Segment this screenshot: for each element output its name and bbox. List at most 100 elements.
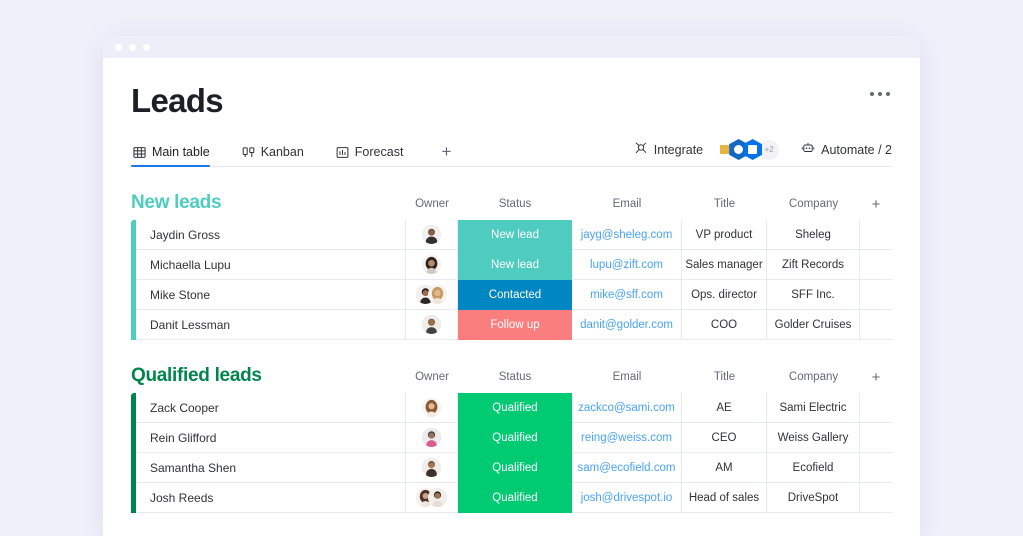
cell-owner[interactable] [406,249,458,280]
column-header-email[interactable]: Email [572,372,682,387]
integrate-label: Integrate [654,143,703,157]
cell-status[interactable]: Contacted [458,280,572,310]
cell-add-column[interactable] [860,452,892,483]
cell-email[interactable]: lupu@zift.com [572,249,682,280]
cell-company[interactable]: Zift Records [767,249,860,280]
tab-forecast[interactable]: Forecast [334,145,416,166]
cell-company[interactable]: Weiss Gallery [767,422,860,453]
tab-main-table[interactable]: Main table [131,145,222,166]
table-row[interactable]: Samantha Shen Qualified sam@ecofield.com… [131,453,892,483]
board-toolbar: Integrate +2 [634,139,892,166]
column-header-title[interactable]: Title [682,199,767,214]
avatar [422,458,441,477]
tab-label: Forecast [355,145,404,159]
cell-item-name[interactable]: Danit Lessman [136,309,406,340]
cell-item-name[interactable]: Mike Stone [136,279,406,310]
column-header-company[interactable]: Company [767,199,860,214]
column-header-owner[interactable]: Owner [406,199,458,214]
cell-company[interactable]: Sami Electric [767,393,860,423]
cell-item-name[interactable]: Rein Glifford [136,422,406,453]
automate-button[interactable]: Automate / 2 [801,141,892,158]
cell-status[interactable]: Qualified [458,483,572,513]
add-column-button[interactable]: + [860,197,892,213]
cell-company[interactable]: Sheleg [767,220,860,250]
board-options-button[interactable] [868,84,892,104]
group-title[interactable]: Qualified leads [131,366,262,386]
integration-badge-3[interactable] [743,139,762,160]
cell-owner[interactable] [406,279,458,310]
add-view-button[interactable]: + [433,143,459,166]
browser-window: Leads [103,36,920,536]
cell-company[interactable]: SFF Inc. [767,279,860,310]
cell-add-column[interactable] [860,279,892,310]
group-header: Qualified leads Owner Status Email Title… [131,362,892,386]
group-table: Jaydin Gross New lead jayg@sheleg.com VP… [131,220,892,340]
cell-email[interactable]: jayg@sheleg.com [572,220,682,250]
cell-company[interactable]: Golder Cruises [767,309,860,340]
cell-owner[interactable] [406,482,458,513]
cell-owner[interactable] [406,393,458,423]
cell-title[interactable]: AM [682,452,767,483]
cell-title[interactable]: COO [682,309,767,340]
table-row[interactable]: Josh Reeds Qualified josh@drivespot.io H… [131,483,892,513]
cell-email[interactable]: reing@weiss.com [572,422,682,453]
cell-owner[interactable] [406,220,458,250]
column-header-status[interactable]: Status [458,199,572,214]
cell-title[interactable]: Ops. director [682,279,767,310]
cell-title[interactable]: CEO [682,422,767,453]
cell-title[interactable]: AE [682,393,767,423]
cell-item-name[interactable]: Michaella Lupu [136,249,406,280]
cell-title[interactable]: Head of sales [682,482,767,513]
column-header-owner[interactable]: Owner [406,372,458,387]
group-title[interactable]: New leads [131,193,221,213]
cell-add-column[interactable] [860,422,892,453]
cell-email[interactable]: sam@ecofield.com [572,452,682,483]
cell-email[interactable]: josh@drivespot.io [572,482,682,513]
cell-item-name[interactable]: Samantha Shen [136,452,406,483]
table-row[interactable]: Rein Glifford Qualified reing@weiss.com … [131,423,892,453]
add-column-button[interactable]: + [860,370,892,386]
cell-email[interactable]: danit@golder.com [572,309,682,340]
integration-more-count[interactable]: +2 [759,140,779,160]
table-row[interactable]: Mike Stone Contacted mike@sff.com Ops. d… [131,280,892,310]
cell-status[interactable]: New lead [458,250,572,280]
cell-company[interactable]: DriveSpot [767,482,860,513]
cell-add-column[interactable] [860,309,892,340]
integration-badges[interactable]: +2 [715,139,779,160]
cell-title[interactable]: VP product [682,220,767,250]
cell-title[interactable]: Sales manager [682,249,767,280]
table-row[interactable]: Jaydin Gross New lead jayg@sheleg.com VP… [131,220,892,250]
cell-owner[interactable] [406,452,458,483]
automate-label: Automate / 2 [821,143,892,157]
cell-status[interactable]: Qualified [458,393,572,423]
column-header-status[interactable]: Status [458,372,572,387]
cell-add-column[interactable] [860,220,892,250]
cell-status[interactable]: Follow up [458,310,572,340]
cell-status[interactable]: New lead [458,220,572,250]
table-row[interactable]: Danit Lessman Follow up danit@golder.com… [131,310,892,340]
window-dot-close[interactable] [115,44,122,51]
window-dot-maximize[interactable] [143,44,150,51]
table-row[interactable]: Zack Cooper Qualified zackco@sami.com AE… [131,393,892,423]
tab-kanban[interactable]: Kanban [240,145,316,166]
column-header-title[interactable]: Title [682,372,767,387]
cell-item-name[interactable]: Jaydin Gross [136,220,406,250]
cell-item-name[interactable]: Zack Cooper [136,393,406,423]
cell-add-column[interactable] [860,249,892,280]
window-dot-minimize[interactable] [129,44,136,51]
view-tabstrip: Main table Kanban [131,137,892,167]
table-row[interactable]: Michaella Lupu New lead lupu@zift.com Sa… [131,250,892,280]
cell-status[interactable]: Qualified [458,453,572,483]
cell-email[interactable]: mike@sff.com [572,279,682,310]
cell-email[interactable]: zackco@sami.com [572,393,682,423]
cell-item-name[interactable]: Josh Reeds [136,482,406,513]
cell-status[interactable]: Qualified [458,423,572,453]
cell-add-column[interactable] [860,482,892,513]
cell-add-column[interactable] [860,393,892,423]
cell-owner[interactable] [406,422,458,453]
cell-owner[interactable] [406,309,458,340]
column-header-company[interactable]: Company [767,372,860,387]
integrate-button[interactable]: Integrate +2 [634,139,779,160]
cell-company[interactable]: Ecofield [767,452,860,483]
column-header-email[interactable]: Email [572,199,682,214]
